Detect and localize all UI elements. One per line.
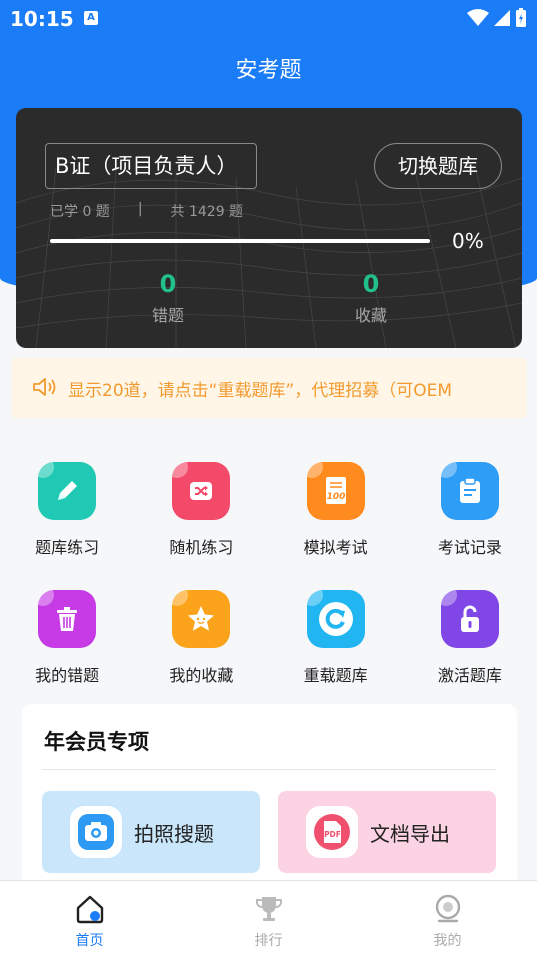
switch-bank-button[interactable]: 切换题库: [374, 143, 502, 189]
menu-item-random[interactable]: 随机练习: [134, 462, 268, 558]
unlock-icon: [440, 590, 499, 648]
tab-mine[interactable]: 我的: [358, 881, 537, 956]
menu-label: 随机练习: [169, 538, 234, 557]
exam-paper-icon: 100: [306, 462, 365, 520]
status-icons: [467, 8, 527, 28]
notice-bar[interactable]: 显示20道，请点击“重载题库”，代理招募（可OEM: [12, 358, 527, 418]
profile-icon: [358, 893, 537, 925]
photo-search-button[interactable]: 拍照搜题: [42, 791, 260, 873]
current-bank-name[interactable]: B证（项目负责人）: [45, 143, 257, 189]
menu-label: 激活题库: [437, 666, 502, 685]
tab-label: 排行: [254, 933, 283, 949]
tab-label: 首页: [75, 933, 104, 949]
wrong-label: 错题: [151, 306, 184, 325]
menu-row-1: 题库练习 随机练习 100 模拟考试 考试记录: [0, 462, 537, 558]
wrong-count: 0: [159, 270, 177, 298]
menu-item-my-mistakes[interactable]: 我的错题: [0, 590, 134, 686]
status-bar: 10:15 A: [0, 0, 537, 36]
tab-home[interactable]: 首页: [0, 881, 179, 956]
doc-export-button[interactable]: PDF 文档导出: [278, 791, 496, 873]
menu-label: 重载题库: [303, 666, 368, 685]
menu-item-reload-bank[interactable]: 重载题库: [269, 590, 403, 686]
notice-text: 显示20道，请点击“重载题库”，代理招募（可OEM: [68, 381, 453, 401]
shuffle-icon: [172, 462, 231, 520]
bottom-tab-bar: 首页 排行 我的: [0, 880, 537, 956]
vip-title: 年会员专项: [44, 730, 149, 754]
pdf-icon: PDF: [306, 806, 358, 858]
menu-item-activate-bank[interactable]: 激活题库: [403, 590, 537, 686]
trophy-icon: [179, 893, 358, 925]
menu-label: 模拟考试: [303, 538, 368, 557]
status-time: 10:15: [10, 7, 74, 31]
menu-label: 考试记录: [437, 538, 502, 557]
menu-item-mock-exam[interactable]: 100 模拟考试: [269, 462, 403, 558]
menu-row-2: 我的错题 我的收藏 重载题库 激活题库: [0, 590, 537, 686]
svg-text:PDF: PDF: [324, 830, 341, 839]
menu-label: 我的错题: [35, 666, 100, 685]
home-icon: [0, 893, 179, 925]
divider: [42, 769, 496, 770]
total-count: 共 1429 题: [170, 204, 244, 220]
favorites-count: 0: [362, 270, 380, 298]
tab-label: 我的: [433, 933, 462, 949]
stats-separator: |: [137, 201, 143, 217]
menu-label: 题库练习: [35, 538, 100, 557]
notification-icon: A: [84, 11, 98, 25]
trash-icon: [38, 590, 97, 648]
menu-item-exam-records[interactable]: 考试记录: [403, 462, 537, 558]
doc-export-label: 文档导出: [370, 822, 450, 846]
menu-item-practice[interactable]: 题库练习: [0, 462, 134, 558]
wifi-icon: [467, 9, 489, 26]
signal-icon: [494, 10, 510, 26]
clipboard-icon: [440, 462, 499, 520]
svg-text:100: 100: [326, 492, 345, 502]
favorites-stat[interactable]: 0 收藏: [311, 270, 431, 326]
menu-item-my-favorites[interactable]: 我的收藏: [134, 590, 268, 686]
pencil-icon: [38, 462, 97, 520]
camera-icon: [70, 806, 122, 858]
battery-icon: [516, 8, 526, 27]
learning-stats: 已学 0 题 | 共 1429 题: [50, 201, 243, 221]
favorites-label: 收藏: [354, 306, 387, 325]
progress-bar: [50, 239, 430, 243]
photo-search-label: 拍照搜题: [134, 822, 214, 846]
speaker-icon: [33, 378, 56, 396]
vip-section: 年会员专项 拍照搜题 PDF 文档导出: [22, 704, 517, 904]
menu-label: 我的收藏: [169, 666, 234, 685]
progress-percent: 0%: [452, 229, 484, 253]
learned-count: 已学 0 题: [50, 204, 110, 220]
reload-icon: [306, 590, 365, 648]
star-icon: [172, 590, 231, 648]
tab-ranking[interactable]: 排行: [179, 881, 358, 956]
page-title: 安考题: [235, 58, 302, 83]
wrong-questions-stat[interactable]: 0 错题: [108, 270, 228, 326]
question-bank-card: B证（项目负责人） 切换题库 已学 0 题 | 共 1429 题 0% 0 错题…: [16, 108, 522, 348]
